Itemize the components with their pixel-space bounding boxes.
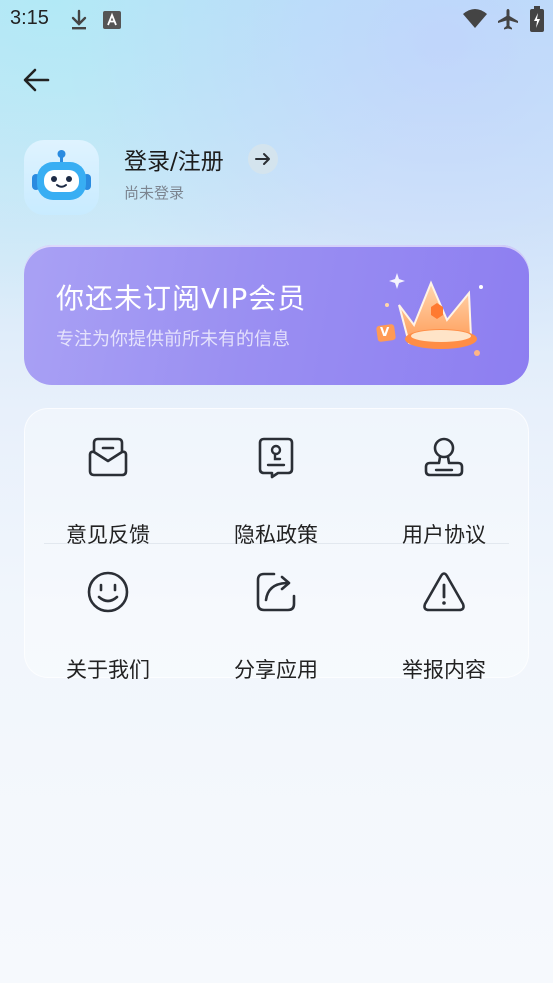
login-arrow-button[interactable] <box>248 144 278 174</box>
login-status-text: 尚未登录 <box>124 184 185 202</box>
login-register-link[interactable]: 登录/注册 <box>124 142 224 176</box>
airplane-icon <box>496 7 520 35</box>
vip-v-badge-text: V <box>380 325 390 339</box>
vip-banner[interactable]: 你还未订阅VIP会员 专注为你提供前所未有的信息 V <box>24 245 529 385</box>
warning-icon <box>423 572 465 612</box>
menu-item-about-us[interactable]: 关于我们 <box>28 570 188 682</box>
menu-label-feedback: 意见反馈 <box>66 523 150 547</box>
status-bar: 3:15 <box>0 0 553 40</box>
feedback-mail-icon <box>88 437 128 477</box>
vip-subtitle: 专注为你提供前所未有的信息 <box>56 329 290 350</box>
user-agreement-icon <box>424 437 464 477</box>
crown-icon <box>376 273 483 356</box>
menu-label-user-agreement: 用户协议 <box>402 523 486 547</box>
menu-label-about-us: 关于我们 <box>66 658 150 682</box>
menu-label-privacy: 隐私政策 <box>234 523 318 547</box>
back-button[interactable] <box>18 60 58 100</box>
share-icon <box>256 572 296 612</box>
menu-item-user-agreement[interactable]: 用户协议 <box>364 435 524 547</box>
privacy-doc-icon <box>258 437 294 479</box>
smile-icon <box>87 571 129 613</box>
download-icon <box>68 8 90 36</box>
menu-item-privacy[interactable]: 隐私政策 <box>196 435 356 547</box>
menu-item-report[interactable]: 举报内容 <box>364 570 524 682</box>
arrow-right-icon <box>255 153 270 165</box>
robot-avatar-icon <box>32 150 91 200</box>
battery-charging-icon <box>530 6 544 36</box>
vip-title: 你还未订阅VIP会员 <box>56 282 307 315</box>
menu-label-share-app: 分享应用 <box>234 658 318 682</box>
menu-item-share-app[interactable]: 分享应用 <box>196 570 356 682</box>
menu-label-report: 举报内容 <box>402 658 486 682</box>
menu-item-feedback[interactable]: 意见反馈 <box>28 435 188 547</box>
text-a-icon <box>102 10 122 34</box>
back-arrow-icon <box>23 68 50 92</box>
avatar[interactable] <box>24 140 99 215</box>
status-time: 3:15 <box>10 7 49 29</box>
wifi-icon <box>462 8 488 34</box>
